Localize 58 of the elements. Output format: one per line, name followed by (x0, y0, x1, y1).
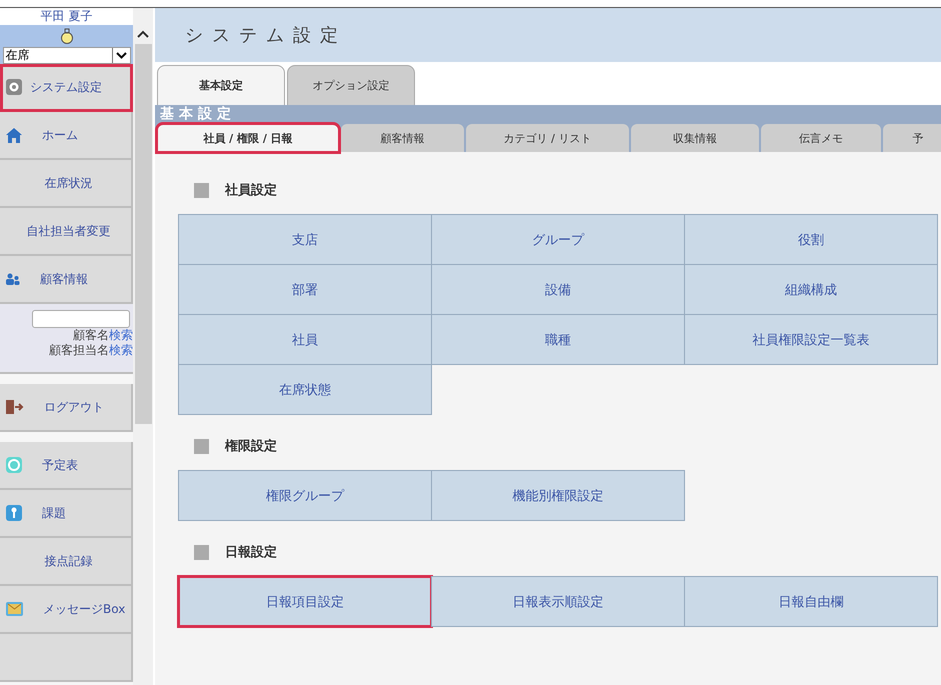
customer-search-field[interactable] (32, 310, 130, 328)
status-select[interactable]: 在席 (2, 47, 130, 64)
sidebar-item[interactable]: 予定表 (0, 442, 133, 490)
group-title: 日報設定 (225, 544, 277, 561)
clock-icon (6, 457, 22, 473)
sidebar-item[interactable]: 自社担当者変更 (0, 208, 133, 256)
sidebar-item[interactable]: 顧客情報 (0, 256, 133, 304)
settings-button[interactable]: 在席状態 (178, 364, 432, 415)
sidebar-item[interactable]: ホーム (0, 112, 133, 160)
sub-tab[interactable]: カテゴリ / リスト (466, 124, 629, 152)
settings-button[interactable]: 権限グループ (178, 470, 432, 521)
page-title: システム設定 (155, 8, 941, 62)
sidebar-item[interactable]: メッセージBox (0, 586, 133, 634)
square-icon (194, 544, 209, 560)
search-label: 顧客名検索 (73, 328, 133, 343)
settings-button[interactable]: 組織構成 (684, 264, 938, 315)
square-icon (194, 182, 209, 198)
gear-icon (6, 79, 22, 95)
scrollbar-thumb[interactable] (134, 44, 152, 424)
door-icon (6, 400, 24, 414)
people-icon (6, 273, 20, 285)
settings-button[interactable]: 社員権限設定一覧表 (684, 314, 938, 365)
sidebar-item[interactable]: システム設定 (0, 64, 133, 112)
sidebar-item[interactable]: 接点記録 (0, 538, 133, 586)
settings-button[interactable]: 支店 (178, 214, 432, 265)
scrollbar[interactable] (133, 8, 153, 685)
settings-button[interactable]: 役割 (684, 214, 938, 265)
settings-button[interactable]: グループ (431, 214, 685, 265)
settings-button[interactable]: 職種 (431, 314, 685, 365)
settings-button[interactable]: 機能別権限設定 (431, 470, 685, 521)
sidebar-item[interactable]: 在席状況 (0, 160, 133, 208)
sub-tab[interactable]: 顧客情報 (341, 124, 464, 152)
sidebar-item[interactable] (0, 634, 133, 682)
square-icon (194, 438, 209, 454)
key-icon (6, 505, 22, 521)
settings-button[interactable]: 日報自由欄 (684, 576, 938, 627)
settings-button[interactable]: 社員 (178, 314, 432, 365)
settings-button[interactable]: 日報項目設定 (178, 576, 432, 627)
settings-button[interactable]: 部署 (178, 264, 432, 315)
home-icon (6, 128, 22, 142)
tab[interactable]: 基本設定 (157, 65, 285, 105)
sidebar-item[interactable]: 課題 (0, 490, 133, 538)
lightbulb-icon (60, 28, 72, 44)
settings-button[interactable]: 日報表示順設定 (431, 576, 685, 627)
search-label: 顧客担当名検索 (49, 343, 133, 358)
sidebar-item[interactable]: ログアウト (0, 384, 133, 432)
sub-tab[interactable]: 収集情報 (631, 124, 759, 152)
sub-tab[interactable]: 社員 / 権限 / 日報 (157, 124, 339, 152)
settings-button[interactable]: 設備 (431, 264, 685, 315)
user-name: 平田 夏子 (0, 8, 133, 25)
sub-tab[interactable]: 予 (883, 124, 941, 152)
group-title: 権限設定 (225, 438, 277, 455)
section-title: 基本設定 (159, 105, 237, 122)
envelope-icon (6, 602, 23, 616)
sub-tab[interactable]: 伝言メモ (761, 124, 881, 152)
caret-icon (116, 52, 126, 59)
tab[interactable]: オプション設定 (287, 65, 415, 105)
group-title: 社員設定 (225, 182, 277, 199)
